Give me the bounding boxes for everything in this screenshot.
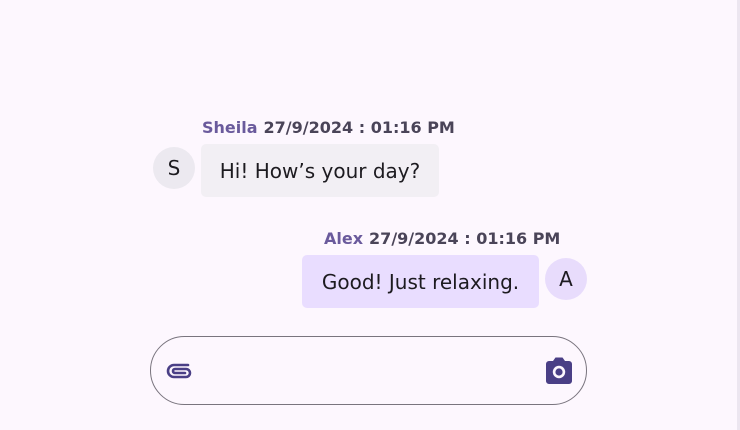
message-author: Sheila <box>202 118 258 137</box>
message-author: Alex <box>324 229 364 248</box>
message-timestamp: 27/9/2024 : 01:16 PM <box>369 229 561 248</box>
paperclip-icon[interactable] <box>164 359 196 383</box>
message-header: Sheila 27/9/2024 : 01:16 PM <box>202 118 455 138</box>
avatar: A <box>545 258 587 300</box>
message-header: Alex 27/9/2024 : 01:16 PM <box>324 229 560 249</box>
message-text: Hi! How’s your day? <box>219 158 421 183</box>
message-composer <box>150 336 587 405</box>
message-bubble[interactable]: Hi! How’s your day? <box>201 144 439 197</box>
avatar: S <box>153 147 195 189</box>
message-bubble[interactable]: Good! Just relaxing. <box>302 255 539 308</box>
avatar-initial: A <box>559 267 573 291</box>
message-text: Good! Just relaxing. <box>321 269 520 294</box>
avatar-initial: S <box>167 156 181 180</box>
message-input[interactable] <box>211 355 535 387</box>
camera-icon[interactable] <box>543 356 575 386</box>
message-timestamp: 27/9/2024 : 01:16 PM <box>263 118 455 137</box>
